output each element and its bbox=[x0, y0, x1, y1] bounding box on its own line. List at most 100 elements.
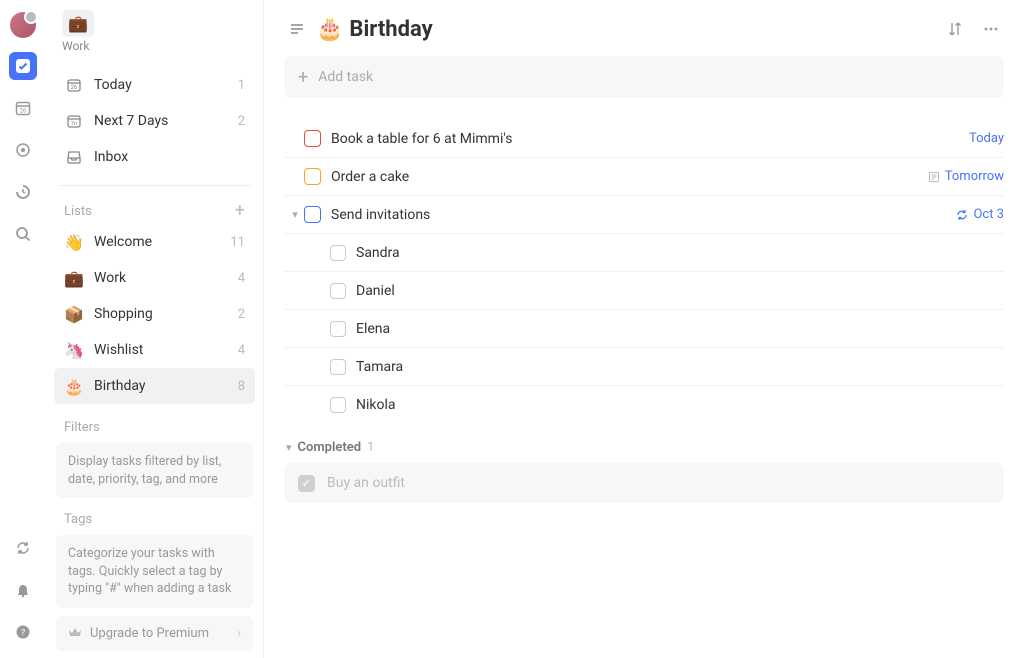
filters-header: Filters bbox=[54, 414, 255, 439]
list-birthday[interactable]: 🎂Birthday8 bbox=[54, 368, 255, 404]
rail-sync-icon[interactable] bbox=[9, 534, 37, 562]
subtask-row[interactable]: Daniel bbox=[284, 272, 1004, 310]
subtask-checkbox[interactable] bbox=[330, 245, 346, 261]
completed-count: 1 bbox=[367, 440, 374, 455]
inbox-icon bbox=[64, 149, 84, 165]
list-welcome[interactable]: 👋Welcome11 bbox=[54, 224, 255, 260]
chevron-down-icon: ▾ bbox=[286, 441, 292, 454]
tags-header-label: Tags bbox=[64, 512, 92, 527]
nav-next-7-days[interactable]: 7n Next 7 Days2 bbox=[54, 103, 255, 139]
sort-icon[interactable] bbox=[942, 16, 968, 42]
list-wishlist[interactable]: 🦄 Wishlist4 bbox=[54, 332, 255, 368]
today-icon: 26 bbox=[64, 77, 84, 93]
rail-target-icon[interactable] bbox=[9, 136, 37, 164]
subtask-row[interactable]: Elena bbox=[284, 310, 1004, 348]
list-label: Wishlist bbox=[94, 342, 238, 358]
add-list-icon[interactable]: + bbox=[235, 202, 245, 220]
task-meta: Today bbox=[969, 131, 1004, 146]
subtask-title: Nikola bbox=[356, 397, 1004, 413]
rail-bell-icon[interactable] bbox=[9, 576, 37, 604]
list-label: Work bbox=[94, 270, 238, 286]
task-meta: Oct 3 bbox=[956, 207, 1004, 222]
task-title: Order a cake bbox=[331, 169, 928, 185]
rail-calendar-icon[interactable]: 26 bbox=[9, 94, 37, 122]
page-title-text: Birthday bbox=[349, 17, 432, 42]
workspace-chip[interactable]: 💼 bbox=[62, 10, 94, 37]
list-emoji: 🎂 bbox=[64, 377, 84, 396]
task-checkbox[interactable] bbox=[304, 206, 321, 223]
task-list: Book a table for 6 at Mimmi'sTodayOrder … bbox=[284, 120, 1004, 424]
completed-title: Buy an outfit bbox=[327, 475, 405, 491]
note-icon bbox=[928, 171, 940, 183]
list-count: 4 bbox=[238, 343, 245, 358]
task-title: Book a table for 6 at Mimmi's bbox=[331, 131, 969, 147]
svg-text:?: ? bbox=[21, 629, 25, 639]
list-emoji: 💼 bbox=[64, 269, 84, 288]
week-icon: 7n bbox=[64, 113, 84, 129]
expand-icon[interactable]: ▾ bbox=[286, 208, 304, 221]
list-count: 8 bbox=[238, 379, 245, 394]
task-checkbox[interactable] bbox=[304, 168, 321, 185]
list-shopping[interactable]: 📦Shopping2 bbox=[54, 296, 255, 332]
rail-search-icon[interactable] bbox=[9, 220, 37, 248]
main: 🎂 Birthday + Add task Book a table for 6… bbox=[264, 0, 1024, 658]
subtask-row[interactable]: Tamara bbox=[284, 348, 1004, 386]
nav-label: Today bbox=[94, 77, 238, 93]
list-count: 4 bbox=[238, 271, 245, 286]
sidebar: 💼 Work 26Today17nNext 7 Days2Inbox Lists… bbox=[46, 0, 264, 658]
list-emoji: 📦 bbox=[64, 305, 84, 324]
subtask-row[interactable]: Nikola bbox=[284, 386, 1004, 424]
subtask-checkbox[interactable] bbox=[330, 321, 346, 337]
task-row[interactable]: ▾Send invitationsOct 3 bbox=[284, 196, 1004, 234]
completed-label: Completed bbox=[298, 440, 362, 455]
filters-header-label: Filters bbox=[64, 420, 100, 435]
page-header: 🎂 Birthday bbox=[284, 16, 1004, 42]
nav-count: 1 bbox=[238, 78, 245, 93]
toggle-sidebar-icon[interactable] bbox=[288, 20, 306, 38]
nav-count: 2 bbox=[238, 114, 245, 129]
upgrade-button[interactable]: Upgrade to Premium › bbox=[56, 616, 253, 651]
upgrade-label: Upgrade to Premium bbox=[90, 626, 209, 641]
repeat-icon bbox=[956, 209, 968, 221]
nav-inbox[interactable]: Inbox bbox=[54, 139, 255, 175]
subtask-checkbox[interactable] bbox=[330, 283, 346, 299]
tags-hint[interactable]: Categorize your tasks with tags. Quickly… bbox=[56, 535, 253, 608]
list-work[interactable]: 💼 Work4 bbox=[54, 260, 255, 296]
task-date: Oct 3 bbox=[973, 207, 1004, 222]
chevron-right-icon: › bbox=[237, 626, 241, 641]
page-title: 🎂 Birthday bbox=[316, 17, 433, 42]
task-date: Tomorrow bbox=[945, 169, 1004, 184]
subtask-checkbox[interactable] bbox=[330, 359, 346, 375]
rail-tasks-icon[interactable] bbox=[9, 52, 37, 80]
completed-header[interactable]: ▾ Completed 1 bbox=[284, 440, 1004, 455]
task-row[interactable]: Book a table for 6 at Mimmi'sToday bbox=[284, 120, 1004, 158]
nav-label: Next 7 Days bbox=[94, 113, 238, 129]
add-task-input[interactable]: + Add task bbox=[284, 56, 1004, 98]
nav-today[interactable]: 26 Today1 bbox=[54, 67, 255, 103]
tags-header: Tags bbox=[54, 506, 255, 531]
subtask-title: Tamara bbox=[356, 359, 1004, 375]
avatar[interactable] bbox=[10, 12, 36, 38]
list-count: 11 bbox=[230, 235, 245, 250]
subtask-row[interactable]: Sandra bbox=[284, 234, 1004, 272]
more-icon[interactable] bbox=[978, 16, 1004, 42]
plus-icon: + bbox=[298, 67, 308, 88]
subtask-title: Elena bbox=[356, 321, 1004, 337]
completed-row[interactable]: ✓ Buy an outfit bbox=[284, 463, 1004, 503]
list-count: 2 bbox=[238, 307, 245, 322]
task-checkbox[interactable] bbox=[304, 130, 321, 147]
subtask-checkbox[interactable] bbox=[330, 397, 346, 413]
svg-text:7n: 7n bbox=[71, 121, 77, 127]
rail-help-icon[interactable]: ? bbox=[9, 618, 37, 646]
filters-hint[interactable]: Display tasks filtered by list, date, pr… bbox=[56, 443, 253, 498]
lists-header-label: Lists bbox=[64, 204, 92, 219]
task-row[interactable]: Order a cake Tomorrow bbox=[284, 158, 1004, 196]
list-emoji: 🦄 bbox=[64, 341, 84, 360]
task-date: Today bbox=[969, 131, 1004, 146]
crown-icon bbox=[68, 626, 82, 640]
add-task-placeholder: Add task bbox=[318, 69, 373, 85]
svg-text:26: 26 bbox=[71, 84, 78, 91]
done-checkbox[interactable]: ✓ bbox=[298, 475, 315, 492]
workspace-label: Work bbox=[62, 39, 255, 53]
rail-clock-icon[interactable] bbox=[9, 178, 37, 206]
